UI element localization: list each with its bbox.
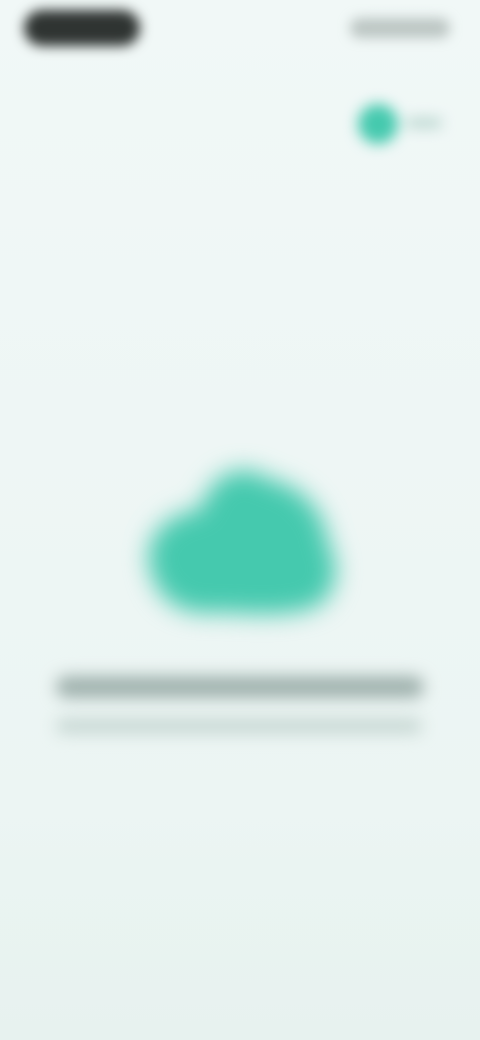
- subtitle-text: [56, 718, 422, 734]
- status-icons: [350, 18, 450, 38]
- status-dot-icon: [358, 104, 398, 144]
- status-bar: [0, 0, 480, 64]
- app-screen: [0, 0, 480, 1040]
- bottom-fade: [0, 820, 480, 1040]
- headline-text: [56, 676, 424, 698]
- badge-label: [406, 118, 442, 128]
- header-badge[interactable]: [350, 98, 450, 150]
- hero-illustration: [130, 440, 350, 640]
- status-time: [24, 10, 140, 46]
- cloud-shape-icon: [148, 470, 336, 614]
